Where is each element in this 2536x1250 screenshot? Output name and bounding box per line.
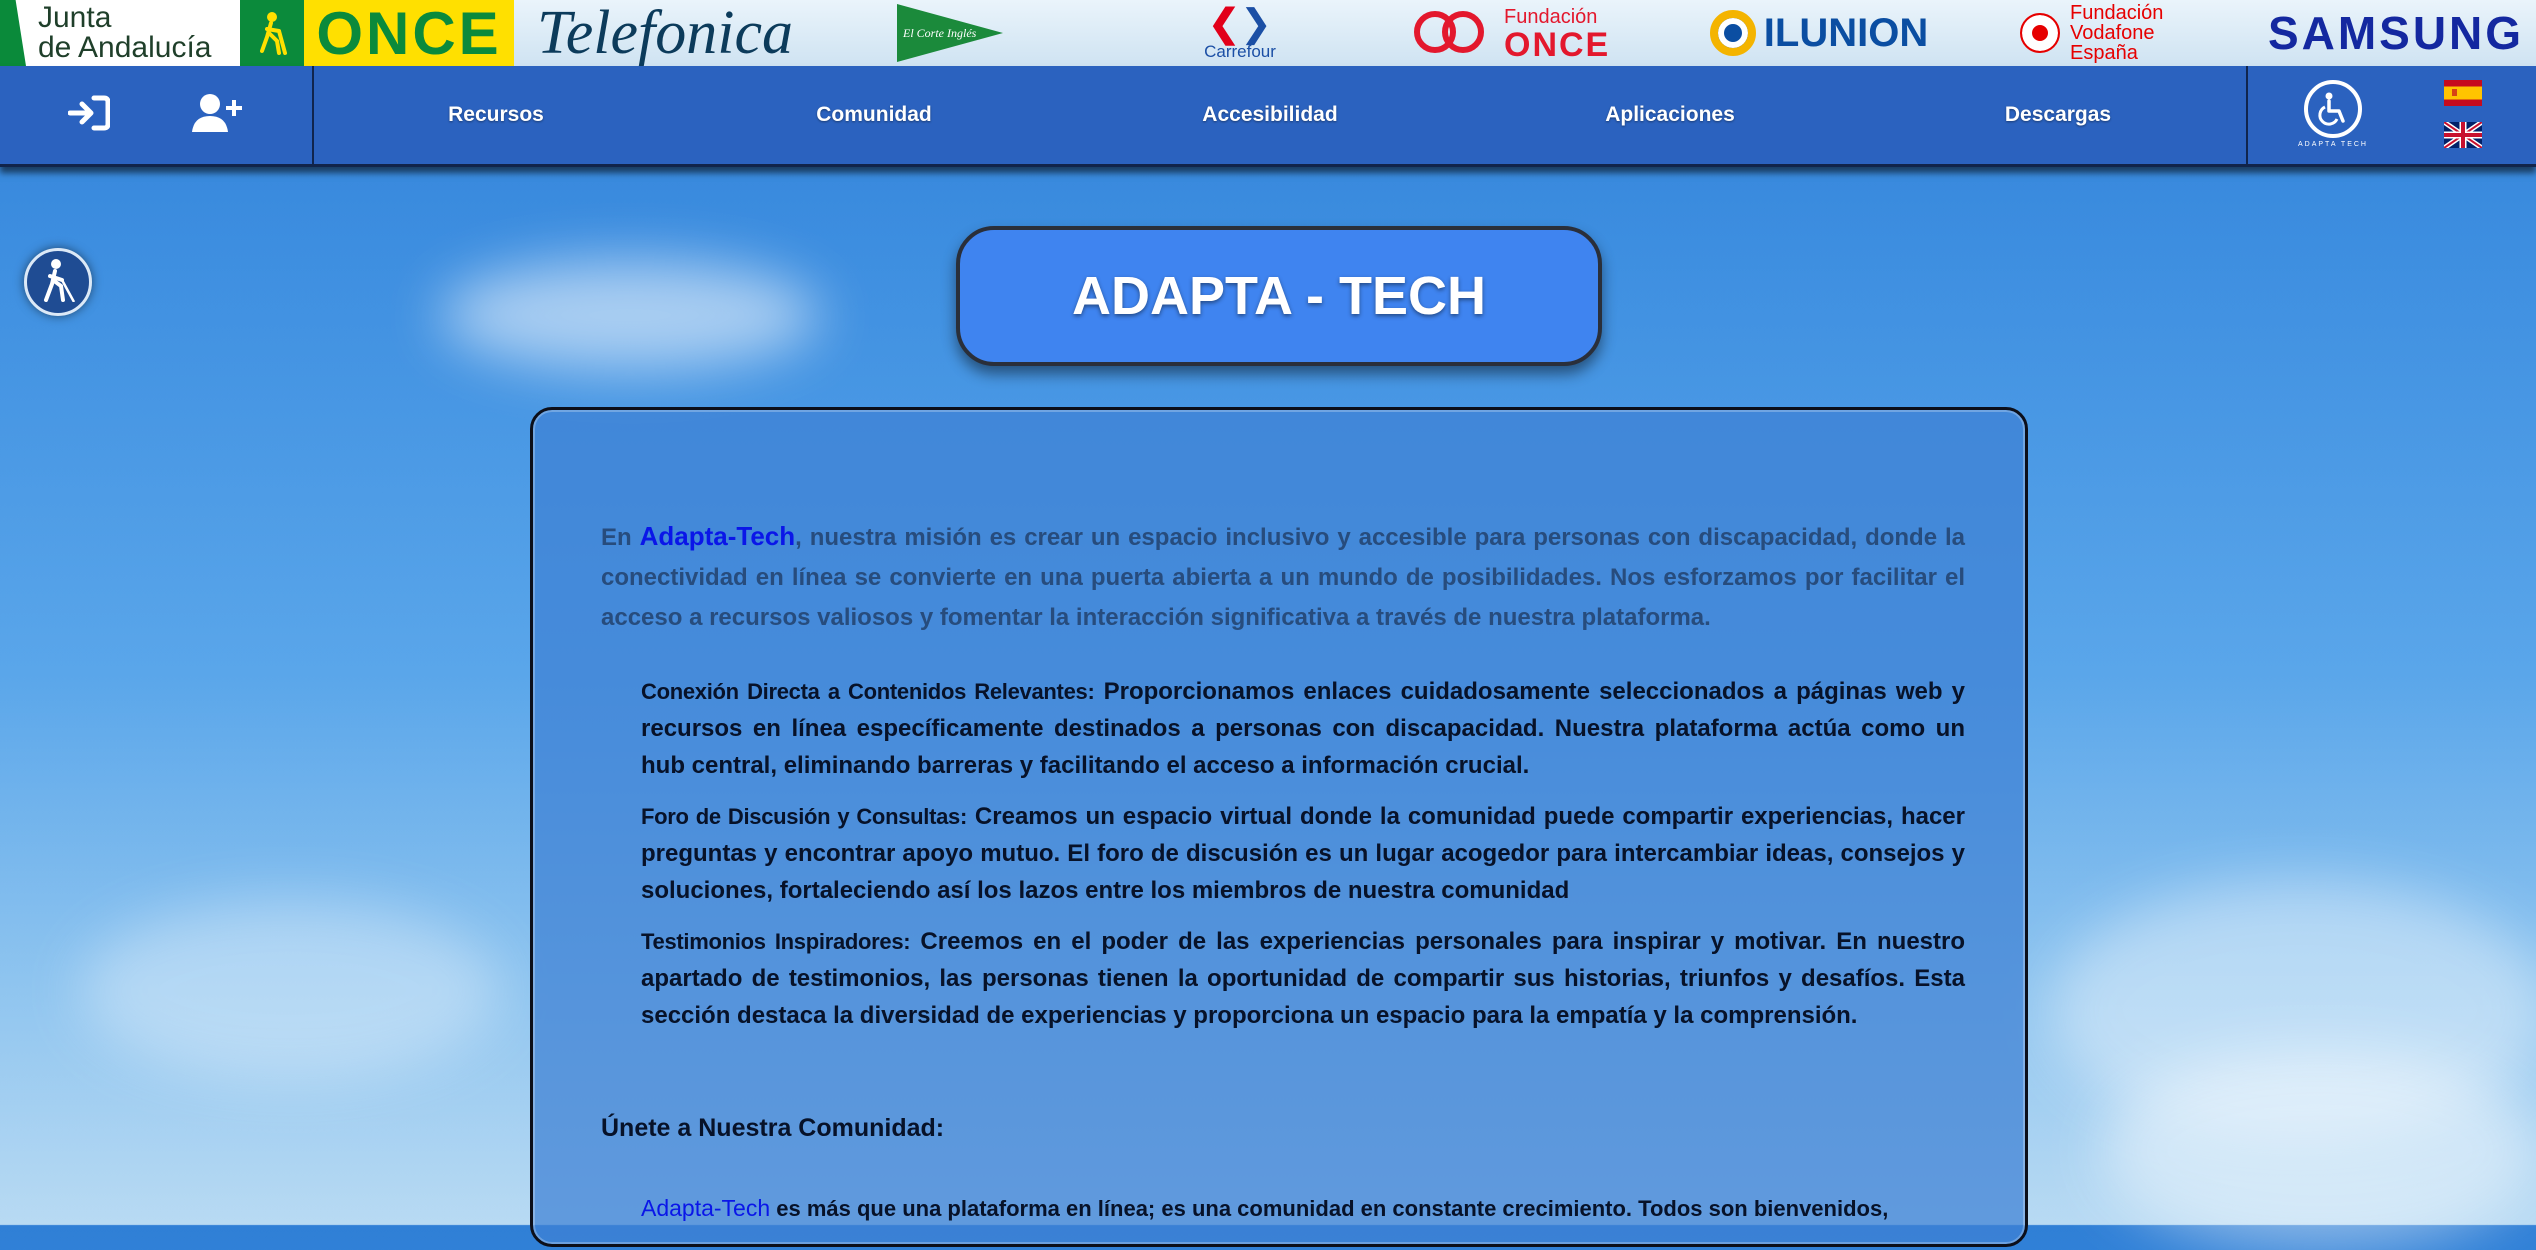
adapta-tech-logo[interactable]: ADAPTA TECH bbox=[2290, 80, 2376, 150]
feature-label: Conexión Directa a Contenidos Relevantes… bbox=[641, 679, 1095, 704]
fundacion-once-logo: Fundación ONCE bbox=[1414, 0, 1664, 66]
el-corte-ingles-logo: El Corte Inglés bbox=[896, 0, 1004, 66]
junta-andalucia-logo: Junta de Andalucía bbox=[0, 0, 240, 66]
vodafone-line3: España bbox=[2070, 42, 2138, 64]
fundacion-vodafone-logo: Fundación Vodafone España bbox=[2020, 0, 2220, 66]
carrefour-text: Carrefour bbox=[1204, 42, 1276, 61]
ilunion-text: ILUNION bbox=[1763, 10, 1929, 55]
sponsor-bar: Junta de Andalucía ONCE Telefonica El Co… bbox=[0, 0, 2536, 66]
closing-brand-name: Adapta-Tech bbox=[641, 1195, 771, 1221]
junta-line2: de Andalucía bbox=[38, 31, 212, 64]
nav-link-comunidad[interactable]: Comunidad bbox=[800, 66, 948, 164]
feature-label: Testimonios Inspiradores: bbox=[641, 929, 911, 954]
user-plus-icon[interactable] bbox=[192, 88, 242, 138]
uk-flag-icon[interactable] bbox=[2442, 119, 2484, 151]
nav-divider bbox=[312, 66, 314, 164]
intro-brand-name: Adapta-Tech bbox=[639, 521, 796, 551]
accessibility-menu-button[interactable] bbox=[24, 248, 92, 316]
page-title-box: ADAPTA - TECH bbox=[956, 226, 1602, 366]
ilunion-logo: ILUNION bbox=[1704, 0, 1934, 66]
closing-text: es más que una plataforma en línea; es u… bbox=[770, 1196, 1889, 1221]
intro-paragraph: En Adapta-Tech, nuestra misión es crear … bbox=[601, 516, 1965, 638]
closing-paragraph: Adapta-Tech es más que una plataforma en… bbox=[641, 1190, 1965, 1227]
feature-item: Foro de Discusión y Consultas: Creamos u… bbox=[641, 798, 1965, 909]
nav-divider bbox=[2246, 66, 2248, 164]
sign-in-icon[interactable] bbox=[64, 88, 114, 138]
corte-ingles-text: El Corte Inglés bbox=[897, 4, 1003, 62]
cloud-decoration bbox=[440, 260, 820, 370]
samsung-logo: SAMSUNG bbox=[2267, 7, 2525, 59]
content-panel: En Adapta-Tech, nuestra misión es crear … bbox=[530, 407, 2028, 1247]
wheelchair-icon bbox=[2304, 80, 2362, 138]
nav-link-descargas[interactable]: Descargas bbox=[1980, 66, 2136, 164]
join-heading: Únete a Nuestra Comunidad: bbox=[601, 1114, 945, 1142]
cloud-decoration bbox=[2100, 1050, 2536, 1250]
cloud-decoration bbox=[80, 900, 500, 1080]
feature-item: Conexión Directa a Contenidos Relevantes… bbox=[641, 673, 1965, 784]
page-title: ADAPTA - TECH bbox=[1072, 266, 1486, 326]
once-logo: ONCE bbox=[304, 0, 514, 66]
feature-item: Testimonios Inspiradores: Creemos en el … bbox=[641, 923, 1965, 1034]
spain-flag-icon[interactable] bbox=[2444, 80, 2482, 106]
nav-link-recursos[interactable]: Recursos bbox=[420, 66, 572, 164]
fundacion-once-line2: ONCE bbox=[1504, 25, 1611, 64]
blind-person-icon bbox=[38, 258, 78, 307]
junta-line1: Junta bbox=[38, 1, 112, 34]
feature-label: Foro de Discusión y Consultas: bbox=[641, 804, 968, 829]
once-walker-icon bbox=[240, 0, 304, 66]
telefonica-logo: Telefonica bbox=[536, 0, 794, 66]
nav-link-aplicaciones[interactable]: Aplicaciones bbox=[1590, 66, 1750, 164]
carrefour-logo: ❮❯ Carrefour bbox=[1204, 3, 1276, 61]
intro-prefix: En bbox=[601, 524, 640, 551]
main-nav: Recursos Comunidad Accesibilidad Aplicac… bbox=[0, 66, 2536, 167]
brand-text: ADAPTA TECH bbox=[2298, 141, 2368, 148]
intro-text: , nuestra misión es crear un espacio inc… bbox=[601, 524, 1965, 631]
nav-link-accesibilidad[interactable]: Accesibilidad bbox=[1190, 66, 1350, 164]
vodafone-line1: Fundación bbox=[2070, 2, 2164, 24]
vodafone-line2: Vodafone bbox=[2070, 22, 2155, 44]
